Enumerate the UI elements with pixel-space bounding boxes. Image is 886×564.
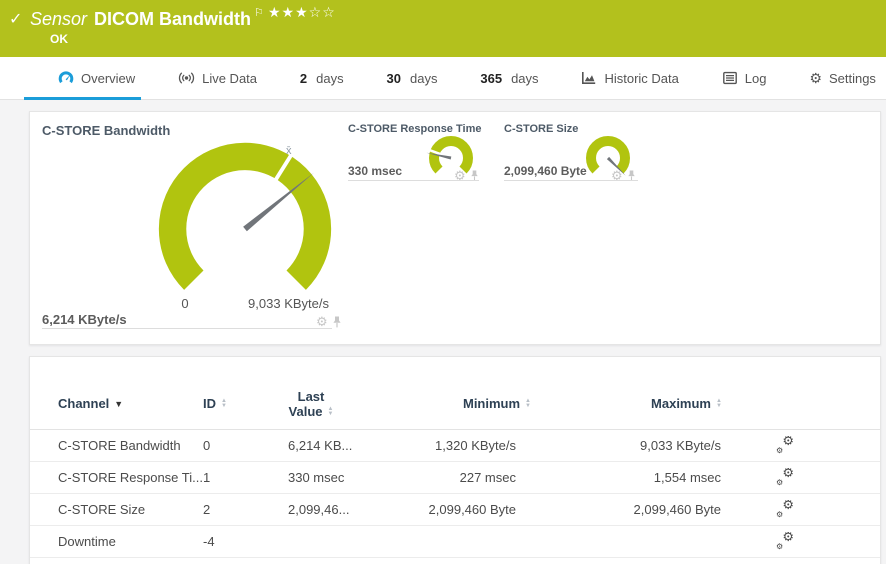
tab-overview[interactable]: Overview: [58, 57, 135, 100]
gauge-main-actions: ⚙: [316, 315, 342, 328]
gear-icon[interactable]: ⚙: [316, 315, 328, 328]
table-row[interactable]: C-STORE Response Ti... 1 330 msec 227 ms…: [30, 462, 880, 494]
gauge-icon: [58, 70, 74, 86]
channel-name[interactable]: C-STORE Response Ti...: [58, 470, 203, 485]
broadcast-icon: [178, 70, 195, 86]
column-header-channel[interactable]: Channel ▼: [58, 396, 203, 411]
table-row[interactable]: Downtime -4 ⚙⚙: [30, 526, 880, 558]
gear-icon: ⚙: [809, 71, 822, 85]
average-marker: x̄: [286, 145, 292, 157]
table-row[interactable]: C-STORE Bandwidth 0 6,214 KB... 1,320 KB…: [30, 430, 880, 462]
tab-2-days-label: days: [316, 71, 343, 86]
status-ok-check-icon: ✓: [9, 9, 22, 29]
channel-last-value: 6,214 KB...: [288, 438, 396, 453]
channel-settings-icon[interactable]: ⚙⚙: [776, 468, 794, 484]
chart-icon: [581, 70, 597, 86]
gauge-size-title: C-STORE Size: [504, 123, 578, 135]
priority-stars[interactable]: ★★★☆☆: [268, 4, 336, 21]
column-header-id-label: ID: [203, 396, 216, 411]
channel-name[interactable]: C-STORE Size: [58, 502, 203, 517]
tab-live-data[interactable]: Live Data: [178, 57, 257, 100]
column-header-last-label: Last: [298, 389, 325, 404]
channel-minimum: 227 msec: [396, 470, 516, 485]
channel-settings-icon[interactable]: ⚙⚙: [776, 500, 794, 516]
channel-id: 0: [203, 438, 288, 453]
sort-icon: ▲▼: [221, 399, 227, 409]
tab-365-days-label: days: [511, 71, 538, 86]
gauge-scale-max: 9,033 KByte/s: [248, 296, 329, 311]
overview-gauges-panel: C-STORE Bandwidth x̄ 0 9,033 KByte/s 6,2…: [29, 111, 881, 345]
channel-minimum: 1,320 KByte/s: [396, 438, 516, 453]
priority-flag-icon[interactable]: ⚐: [254, 7, 264, 19]
column-header-last-value[interactable]: Last Value ▲▼: [289, 389, 334, 419]
gauge-main-value: 6,214 KByte/s: [42, 312, 127, 327]
sensor-title: Sensor DICOM Bandwidth⚐: [30, 6, 264, 30]
tab-30-days-label: days: [410, 71, 437, 86]
tab-bar: Overview Live Data 2 days 30 days 365 da…: [0, 57, 886, 100]
sensor-kind-label: Sensor: [30, 9, 87, 29]
column-header-maximum[interactable]: Maximum ▲▼: [651, 396, 722, 411]
pin-icon[interactable]: [332, 316, 342, 328]
tile-divider: [348, 180, 479, 181]
column-header-value-label: Value: [289, 404, 323, 419]
tab-settings[interactable]: ⚙ Settings: [809, 57, 876, 100]
sort-icon: ▲▼: [716, 399, 722, 409]
column-header-minimum[interactable]: Minimum ▲▼: [463, 396, 531, 411]
tab-settings-label: Settings: [829, 71, 876, 86]
bandwidth-gauge: [152, 134, 338, 320]
tab-365-days[interactable]: 365 days: [480, 57, 538, 100]
column-header-id[interactable]: ID ▲▼: [203, 396, 288, 411]
tab-log-label: Log: [745, 71, 767, 86]
sort-desc-icon: ▼: [114, 399, 123, 409]
sensor-name: DICOM Bandwidth: [94, 9, 251, 29]
tab-log[interactable]: Log: [722, 57, 767, 100]
table-row[interactable]: C-STORE Size 2 2,099,46... 2,099,460 Byt…: [30, 494, 880, 526]
channels-table-header: Channel ▼ ID ▲▼ Last Value ▲▼ Minimum ▲▼…: [30, 357, 880, 430]
sort-icon: ▲▼: [525, 399, 531, 409]
channel-last-value: 330 msec: [288, 470, 396, 485]
tab-2-days-number: 2: [300, 71, 307, 86]
tab-365-days-number: 365: [480, 71, 502, 86]
gauge-scale-min: 0: [170, 296, 200, 311]
tab-historic-data[interactable]: Historic Data: [581, 57, 678, 100]
channel-settings-icon[interactable]: ⚙⚙: [776, 436, 794, 452]
channel-id: 2: [203, 502, 288, 517]
tab-30-days-number: 30: [387, 71, 401, 86]
channel-maximum: 1,554 msec: [516, 470, 721, 485]
column-header-minimum-label: Minimum: [463, 396, 520, 411]
column-header-maximum-label: Maximum: [651, 396, 711, 411]
channel-settings-icon[interactable]: ⚙⚙: [776, 532, 794, 548]
tile-divider: [42, 328, 332, 329]
sort-icon: ▲▼: [328, 407, 334, 417]
stars-filled[interactable]: ★★★: [268, 4, 309, 20]
stars-empty[interactable]: ☆☆: [309, 4, 336, 20]
channel-id: -4: [203, 534, 288, 549]
log-icon: [722, 70, 738, 86]
channel-name[interactable]: Downtime: [58, 534, 203, 549]
channel-maximum: 2,099,460 Byte: [516, 502, 721, 517]
channel-maximum: 9,033 KByte/s: [516, 438, 721, 453]
channel-id: 1: [203, 470, 288, 485]
gauge-size-value: 2,099,460 Byte: [504, 164, 587, 178]
tab-historic-data-label: Historic Data: [604, 71, 678, 86]
channel-last-value: 2,099,46...: [288, 502, 396, 517]
sensor-status-badge: OK: [50, 32, 68, 46]
tab-30-days[interactable]: 30 days: [387, 57, 438, 100]
tile-divider: [504, 180, 638, 181]
tab-overview-label: Overview: [81, 71, 135, 86]
gauge-response-value: 330 msec: [348, 164, 402, 178]
column-header-channel-label: Channel: [58, 396, 109, 411]
tab-2-days[interactable]: 2 days: [300, 57, 344, 100]
channels-table-panel: Channel ▼ ID ▲▼ Last Value ▲▼ Minimum ▲▼…: [29, 356, 881, 564]
sensor-header: ✓ Sensor DICOM Bandwidth⚐ ★★★☆☆ OK: [0, 0, 886, 57]
tab-live-data-label: Live Data: [202, 71, 257, 86]
channel-minimum: 2,099,460 Byte: [396, 502, 516, 517]
channel-name[interactable]: C-STORE Bandwidth: [58, 438, 203, 453]
